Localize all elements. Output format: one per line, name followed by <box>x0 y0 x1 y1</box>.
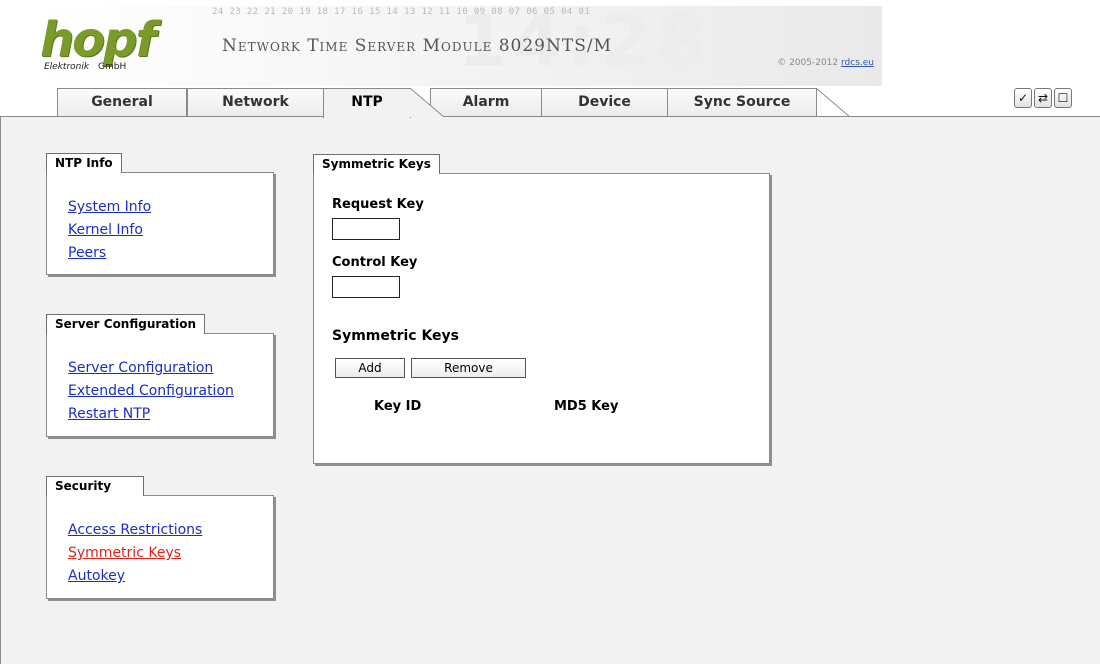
page-title: Network Time Server Module 8029NTS/M <box>222 36 612 56</box>
link-symmetric-keys[interactable]: Symmetric Keys <box>68 545 181 561</box>
apply-button[interactable]: ✓ <box>1014 88 1032 108</box>
tab-end-slant <box>816 88 850 117</box>
remove-key-button[interactable]: Remove <box>411 358 526 378</box>
link-peers[interactable]: Peers <box>68 245 106 261</box>
link-restart-ntp[interactable]: Restart NTP <box>68 406 150 422</box>
tab-general[interactable]: General <box>57 88 187 116</box>
tab-ntp-slant <box>410 88 444 117</box>
tab-alarm[interactable]: Alarm <box>430 88 542 116</box>
link-kernel-info[interactable]: Kernel Info <box>68 222 143 238</box>
copyright-text: © 2005-2012 <box>777 58 839 68</box>
ntp-info-panel-title: NTP Info <box>46 153 122 173</box>
link-access-restrictions[interactable]: Access Restrictions <box>68 522 202 538</box>
security-panel: Access Restrictions Symmetric Keys Autok… <box>46 495 274 599</box>
hopf-logo: hopf Elektronik GmbH <box>40 12 170 76</box>
copyright-link[interactable]: rdcs.eu <box>841 58 874 68</box>
tab-device[interactable]: Device <box>541 88 668 116</box>
symmetric-keys-panel: Request Key Control Key Symmetric Keys A… <box>313 173 770 464</box>
logo-subtitle-right: GmbH <box>98 62 127 72</box>
checkmark-icon: ✓ <box>1017 91 1029 105</box>
server-configuration-panel-title: Server Configuration <box>46 314 206 334</box>
column-header-md5-key: MD5 Key <box>554 399 619 414</box>
reload-button[interactable]: ⇄ <box>1034 88 1052 108</box>
security-panel-title: Security <box>46 476 144 496</box>
copyright-notice: © 2005-2012 rdcs.eu <box>777 58 874 68</box>
content-area: NTP Info System Info Kernel Info Peers S… <box>0 117 1100 664</box>
tab-ntp[interactable]: NTP <box>323 88 411 118</box>
add-key-button[interactable]: Add <box>335 358 405 378</box>
main-tab-bar: General Network NTP Alarm Device Sync So… <box>0 86 1100 118</box>
request-key-label: Request Key <box>332 197 424 212</box>
control-key-label: Control Key <box>332 255 418 270</box>
save-button[interactable]: ☐ <box>1054 88 1072 108</box>
link-system-info[interactable]: System Info <box>68 199 151 215</box>
link-autokey[interactable]: Autokey <box>68 568 125 584</box>
refresh-icon: ⇄ <box>1037 91 1049 105</box>
logo-word: hopf <box>40 12 156 68</box>
ntp-info-panel: System Info Kernel Info Peers <box>46 172 274 275</box>
symmetric-keys-panel-title: Symmetric Keys <box>313 154 440 174</box>
tab-sync-source[interactable]: Sync Source <box>667 88 817 116</box>
logo-subtitle-left: Elektronik <box>44 62 90 72</box>
link-server-configuration[interactable]: Server Configuration <box>68 360 213 376</box>
tab-network[interactable]: Network <box>187 88 324 116</box>
request-key-input[interactable] <box>332 218 400 240</box>
column-header-key-id: Key ID <box>374 399 422 414</box>
header-banner: 14:28 24 23 22 21 20 19 18 17 16 15 14 1… <box>38 0 882 86</box>
symmetric-keys-heading: Symmetric Keys <box>332 328 460 344</box>
link-extended-configuration[interactable]: Extended Configuration <box>68 383 234 399</box>
server-configuration-panel: Server Configuration Extended Configurat… <box>46 333 274 437</box>
save-icon: ☐ <box>1057 91 1069 105</box>
control-key-input[interactable] <box>332 276 400 298</box>
header-scale-numbers: 24 23 22 21 20 19 18 17 16 15 14 13 12 1… <box>212 7 591 17</box>
